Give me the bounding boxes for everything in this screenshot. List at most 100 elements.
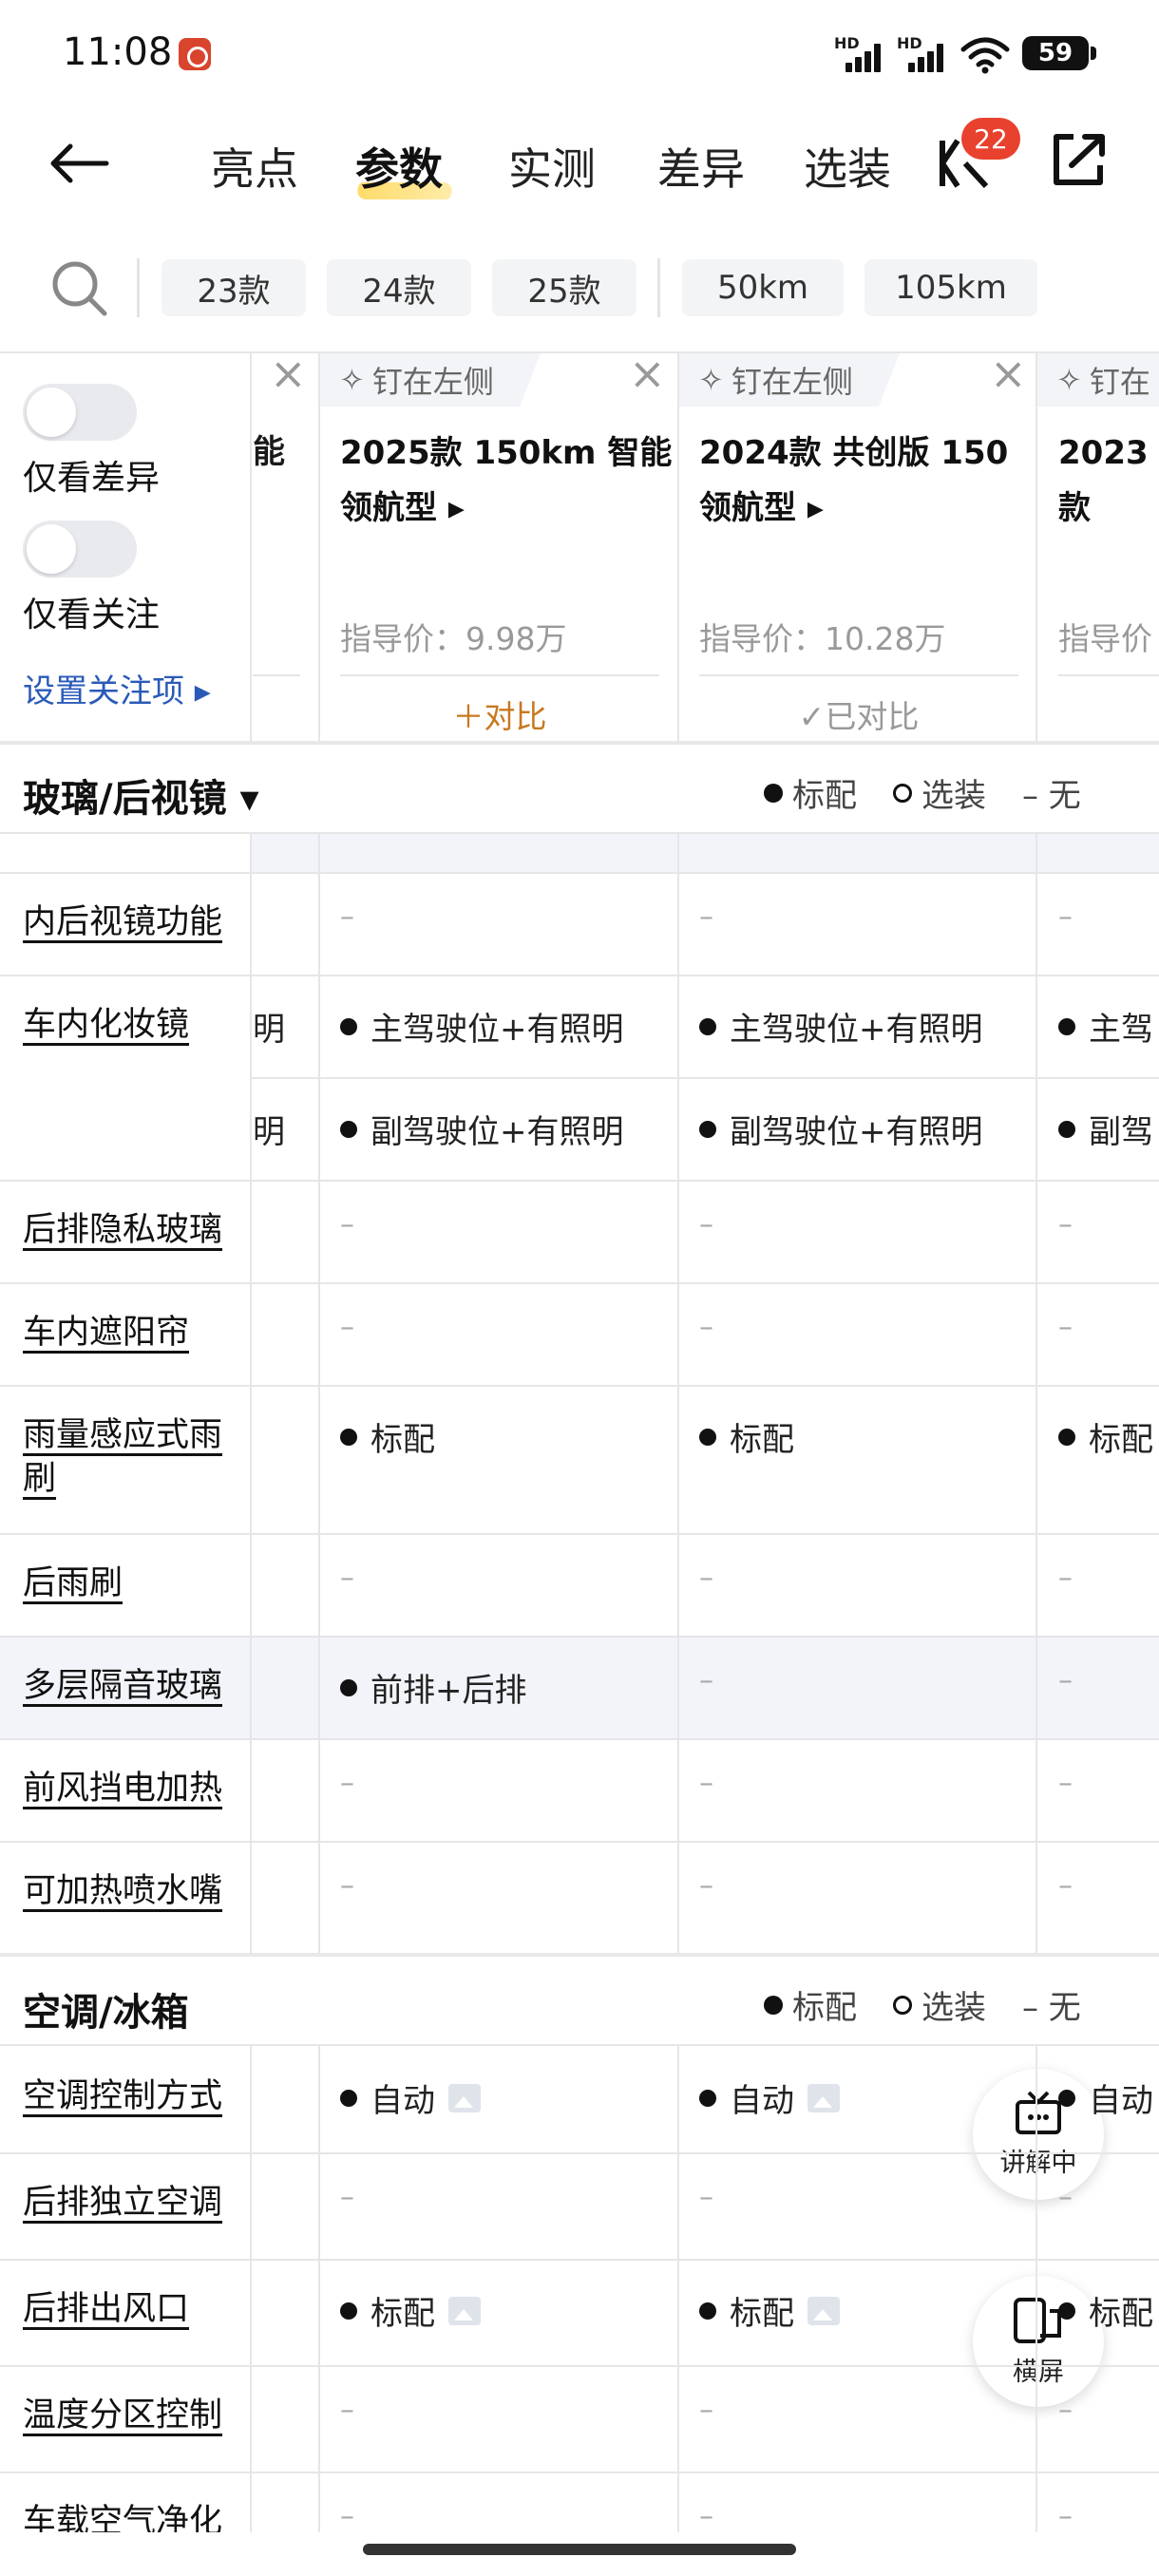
pin-icon: ✧ — [698, 362, 724, 398]
param-cell: – — [699, 1869, 713, 1903]
param-label[interactable]: 内后视镜功能 — [23, 900, 222, 944]
partial-cell: 明 — [253, 1113, 285, 1151]
param-cell: – — [1058, 2181, 1073, 2214]
car-price: 指导价：9.98万 — [340, 620, 567, 657]
standard-dot-icon — [764, 783, 783, 803]
none-dash: – — [1058, 1767, 1073, 1800]
only-differences-label: 仅看差异 — [23, 459, 161, 498]
param-label[interactable]: 空调控制方式 — [23, 2074, 222, 2118]
tab-differences[interactable]: 差异 — [657, 135, 745, 198]
back-arrow-icon[interactable] — [48, 142, 110, 184]
car-name[interactable]: 2024款 共创版 150 领航型 ▸ — [699, 426, 1008, 536]
none-dash: – — [340, 1562, 354, 1595]
image-icon[interactable] — [448, 2296, 481, 2325]
none-dash: – — [699, 900, 713, 934]
filter-chip-year-23[interactable]: 23款 — [162, 259, 306, 316]
cell-value: 副驾 — [1089, 1113, 1153, 1151]
none-dash: – — [1058, 1664, 1073, 1697]
param-label[interactable]: 车内化妆镜 — [23, 1003, 189, 1047]
param-cell: – — [1058, 1311, 1073, 1344]
none-dash: – — [699, 1208, 713, 1241]
param-label[interactable]: 后排独立空调 — [23, 2181, 222, 2225]
param-cell: – — [699, 1311, 713, 1344]
only-followed-toggle[interactable] — [23, 521, 137, 578]
image-icon[interactable] — [808, 2083, 840, 2112]
none-dash: – — [699, 1562, 713, 1595]
compare-count-badge: 22 — [961, 118, 1020, 160]
none-dash: – — [699, 1311, 713, 1344]
none-dash: – — [340, 2500, 354, 2533]
remove-car-icon[interactable]: × — [270, 351, 307, 395]
wifi-icon — [960, 37, 1010, 74]
filter-chip-year-25[interactable]: 25款 — [492, 259, 636, 316]
already-compared-button[interactable]: ✓已对比 — [699, 691, 1018, 737]
partial-car-name: 能 — [253, 433, 285, 471]
pin-icon: ✧ — [339, 362, 365, 398]
cell-value: 副驾驶位+有照明 — [370, 1113, 624, 1151]
standard-dot-icon — [340, 1428, 357, 1446]
cellular-signal-icon-2: HD — [897, 34, 946, 72]
tab-options[interactable]: 选装 — [804, 135, 891, 198]
param-label[interactable]: 温度分区控制 — [23, 2394, 222, 2437]
pin-left-button[interactable]: ✧ 钉在左侧 — [679, 353, 900, 407]
param-cell: 副驾 — [1058, 1106, 1153, 1152]
param-cell: – — [340, 900, 354, 934]
tab-highlights[interactable]: 亮点 — [211, 135, 298, 198]
section-title-ac-fridge: 空调/冰箱 — [23, 1991, 189, 2035]
only-differences-toggle[interactable] — [23, 384, 137, 441]
share-icon[interactable] — [1049, 131, 1108, 188]
param-cell: – — [699, 2181, 713, 2214]
car-name[interactable]: 2025款 150km 智能 领航型 ▸ — [340, 426, 672, 536]
param-cell: – — [699, 2394, 713, 2427]
pin-left-button[interactable]: ✧ 钉在 — [1037, 353, 1159, 407]
filter-chip-range-105[interactable]: 105km — [864, 259, 1037, 316]
none-dash: – — [1058, 2394, 1073, 2427]
none-dash: – — [699, 1767, 713, 1800]
param-cell: – — [699, 1208, 713, 1241]
add-compare-button[interactable]: ＋对比 — [340, 691, 659, 737]
param-label[interactable]: 后排出风口 — [23, 2287, 189, 2331]
section-title-glass-mirrors[interactable]: 玻璃/后视镜 ▾ — [23, 767, 259, 823]
remove-car-icon[interactable]: × — [629, 351, 666, 395]
car-name[interactable]: 2023款 — [1058, 426, 1159, 536]
pin-icon: ✧ — [1056, 362, 1082, 398]
standard-dot-icon — [1058, 1120, 1075, 1138]
filter-chip-year-24[interactable]: 24款 — [327, 259, 471, 316]
cell-value: 标配 — [730, 2295, 794, 2333]
param-label[interactable]: 后雨刷 — [23, 1562, 123, 1605]
remove-car-icon[interactable]: × — [990, 351, 1027, 395]
cell-value: 标配 — [370, 2295, 435, 2333]
search-icon[interactable] — [49, 258, 108, 317]
image-icon[interactable] — [448, 2083, 481, 2112]
param-label[interactable]: 车内遮阳帘 — [23, 1311, 189, 1354]
none-dash: – — [340, 1311, 354, 1344]
tab-tests[interactable]: 实测 — [508, 135, 596, 198]
image-icon[interactable] — [808, 2296, 840, 2325]
param-label[interactable]: 多层隔音玻璃 — [23, 1664, 222, 1708]
none-dash: – — [1058, 2181, 1073, 2214]
set-followed-items-link[interactable]: 设置关注项 ▸ — [23, 665, 211, 711]
standard-dot-icon — [1058, 1428, 1075, 1446]
param-cell: – — [1058, 2394, 1073, 2427]
param-cell: 标配 — [340, 1413, 435, 1460]
param-cell: – — [340, 1767, 354, 1800]
param-cell: – — [699, 1767, 713, 1800]
tv-icon — [1016, 2091, 1061, 2134]
param-cell: 标配 — [1058, 2287, 1153, 2334]
standard-dot-icon — [340, 1678, 357, 1696]
cell-value: 主驾驶位+有照明 — [370, 1011, 624, 1049]
param-cell: 副驾驶位+有照明 — [340, 1106, 624, 1152]
none-dash: – — [340, 900, 354, 934]
param-cell: – — [340, 1311, 354, 1344]
pin-left-button[interactable]: ✧ 钉在左侧 — [320, 353, 541, 407]
param-cell: – — [699, 900, 713, 934]
param-label[interactable]: 后排隐私玻璃 — [23, 1208, 222, 1252]
none-dash: – — [699, 2181, 713, 2214]
tab-params[interactable]: 参数 — [355, 135, 443, 198]
param-cell: – — [699, 2500, 713, 2533]
filter-chip-range-50[interactable]: 50km — [682, 259, 844, 316]
standard-dot-icon — [1058, 1017, 1075, 1035]
param-label[interactable]: 可加热喷水嘴 — [23, 1869, 222, 1913]
param-label[interactable]: 雨量感应式雨刷 — [23, 1413, 222, 1501]
param-label[interactable]: 前风挡电加热 — [23, 1767, 222, 1810]
